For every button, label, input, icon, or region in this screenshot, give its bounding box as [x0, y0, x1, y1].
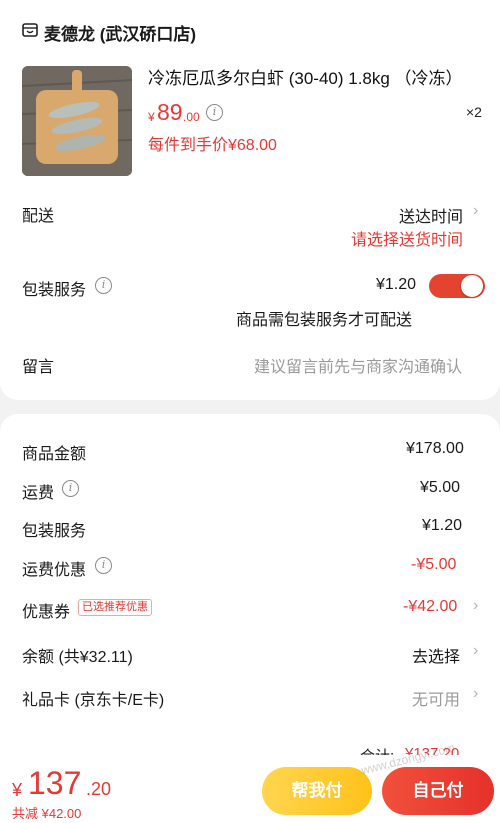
packaging-note: 商品需包装服务才可配送 — [236, 312, 413, 329]
delivery-label: 配送 — [22, 208, 55, 225]
help-pay-button[interactable]: 帮我付 — [262, 767, 372, 815]
price-currency: ¥ — [148, 110, 155, 124]
footer-saved: 共减 ¥42.00 — [12, 806, 82, 821]
delivery-time-prompt[interactable]: 请选择送货时间 — [351, 226, 463, 250]
toggle-knob — [461, 275, 483, 297]
chevron-right-icon[interactable]: › — [473, 685, 478, 703]
product-title[interactable]: 冷冻厄瓜多尔白虾 (30-40) 1.8kg （冷冻） — [148, 64, 463, 89]
shipping-value: ¥5.00 — [420, 479, 461, 496]
shipping-discount-value: -¥5.00 — [411, 556, 457, 573]
packaging-info-icon[interactable]: i — [95, 277, 112, 294]
shipping-discount-label: 运费优惠 — [22, 562, 87, 579]
chevron-right-icon[interactable]: › — [473, 202, 478, 220]
shipping-info-icon[interactable]: i — [62, 480, 79, 497]
footer-currency: ¥ — [12, 780, 23, 800]
shipping-label: 运费 — [22, 485, 55, 502]
chevron-right-icon[interactable]: › — [473, 597, 478, 615]
shipping-discount-info-icon[interactable]: i — [95, 557, 112, 574]
promo-price: 每件到手价¥68.00 — [148, 137, 277, 154]
product-price: 89 — [157, 99, 183, 125]
message-label: 留言 — [22, 359, 55, 376]
order-card — [0, 0, 500, 400]
self-pay-button[interactable]: 自己付 — [382, 767, 494, 815]
coupon-label: 优惠券 — [22, 604, 71, 621]
goods-amount-value: ¥178.00 — [406, 440, 464, 457]
delivery-time-selector[interactable]: 送达时间 — [399, 203, 463, 227]
message-input[interactable]: 建议留言前先与商家沟通确认 — [254, 353, 462, 377]
product-image[interactable] — [22, 66, 132, 176]
store-icon — [22, 23, 38, 37]
store-name[interactable]: 麦德龙 (武汉硚口店) — [44, 20, 196, 45]
goods-amount-label: 商品金额 — [22, 446, 87, 463]
price-decimal: .00 — [183, 110, 200, 124]
footer-total-decimal: .20 — [86, 779, 112, 799]
giftcard-label: 礼品卡 (京东卡/E卡) — [22, 692, 165, 709]
coupon-value[interactable]: -¥42.00 — [403, 598, 457, 616]
coupon-recommended-badge: 已选推荐优惠 — [78, 599, 152, 616]
packaging-summary-label: 包装服务 — [22, 523, 87, 540]
product-quantity: ×2 — [466, 104, 482, 120]
packaging-price: ¥1.20 — [376, 276, 417, 293]
price-info-icon[interactable]: i — [206, 104, 223, 121]
packaging-label: 包装服务 — [22, 282, 87, 299]
footer-total: 137 — [28, 765, 82, 801]
giftcard-value[interactable]: 无可用 — [412, 686, 460, 710]
chevron-right-icon[interactable]: › — [473, 642, 478, 660]
balance-select[interactable]: 去选择 — [412, 643, 460, 667]
balance-label: 余额 (共¥32.11) — [22, 649, 133, 666]
packaging-toggle[interactable] — [429, 274, 485, 298]
packaging-summary-value: ¥1.20 — [422, 517, 463, 534]
